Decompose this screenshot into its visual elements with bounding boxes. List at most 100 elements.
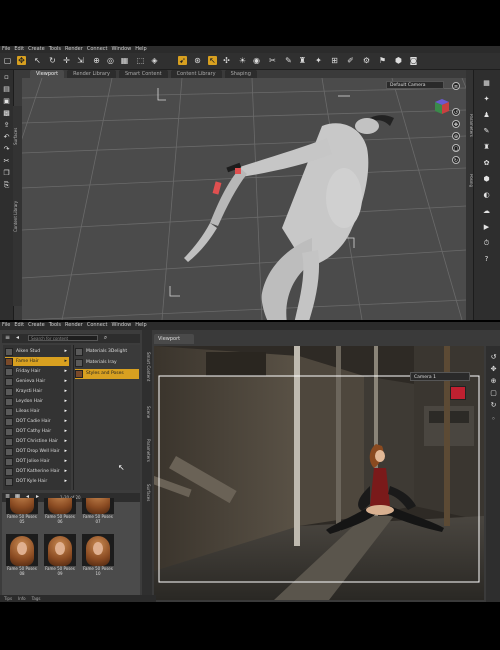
zoom-icon-2[interactable]: ⊕ bbox=[490, 378, 497, 385]
menu-help[interactable]: Help bbox=[135, 46, 146, 53]
list-item-selected[interactable]: Styles and Poses bbox=[75, 369, 139, 379]
joint-editor-icon[interactable]: ⊕ bbox=[92, 56, 101, 65]
timeline-icon[interactable]: ⏱ bbox=[483, 240, 490, 247]
camera-dropdown-2[interactable]: Camera 1 bbox=[410, 372, 470, 381]
tab-surfaces-side[interactable]: Surfaces bbox=[143, 476, 151, 510]
figure-icon[interactable]: ♜ bbox=[298, 56, 307, 65]
iray-icon[interactable]: ⬢ bbox=[394, 56, 403, 65]
pan-icon[interactable]: ✥ bbox=[452, 120, 460, 128]
menu-window[interactable]: Window bbox=[112, 46, 132, 53]
redo-icon[interactable]: ↷ bbox=[3, 146, 10, 153]
menu-tools-2[interactable]: Tools bbox=[49, 322, 61, 330]
menu-connect-2[interactable]: Connect bbox=[87, 322, 108, 330]
surface-selection-icon[interactable]: ◎ bbox=[106, 56, 115, 65]
pose-icon[interactable]: ♟ bbox=[483, 112, 490, 119]
list-item[interactable]: DOT Cathy Hair ▸ bbox=[5, 427, 69, 436]
new-icon[interactable]: ▫ bbox=[3, 74, 10, 81]
viewport-menu-icon[interactable]: ≡ bbox=[452, 82, 460, 90]
hair-icon[interactable]: ✿ bbox=[483, 160, 490, 167]
view-cube-2[interactable] bbox=[450, 386, 466, 400]
save-as-icon[interactable]: ▩ bbox=[3, 110, 10, 117]
help-icon[interactable]: ? bbox=[483, 256, 490, 263]
morph-icon[interactable]: ✦ bbox=[314, 56, 323, 65]
node-select-icon[interactable]: ↖ bbox=[33, 56, 42, 65]
orbit-icon-2[interactable]: ↺ bbox=[490, 354, 497, 361]
reset-view-icon-2[interactable]: ↻ bbox=[490, 402, 497, 409]
import-icon[interactable]: ⇪ bbox=[3, 122, 10, 129]
list-item[interactable]: DOT Drop Well Hair ▸ bbox=[5, 447, 69, 456]
menu-render-2[interactable]: Render bbox=[65, 322, 83, 330]
paste-icon[interactable]: ⎘ bbox=[3, 182, 10, 189]
tab-tags[interactable]: Tags bbox=[32, 595, 41, 602]
morph-brush-icon[interactable]: ✎ bbox=[483, 128, 490, 135]
save-icon[interactable]: ▣ bbox=[3, 98, 10, 105]
render-icon[interactable]: ◙ bbox=[409, 56, 418, 65]
aux-icon[interactable]: ◦ bbox=[490, 416, 497, 423]
list-item[interactable]: Kraysti Hair ▸ bbox=[5, 387, 69, 396]
bone-icon[interactable]: ✂ bbox=[268, 56, 277, 65]
back-icon[interactable]: ◂ bbox=[14, 334, 21, 341]
list-item-selected[interactable]: Fame Hair ▸ bbox=[5, 357, 69, 366]
frame-icon-2[interactable]: ▢ bbox=[490, 390, 497, 397]
list-item[interactable]: Friday Hair ▸ bbox=[5, 367, 69, 376]
translate-icon[interactable]: ✛ bbox=[62, 56, 71, 65]
menu-create-2[interactable]: Create bbox=[28, 322, 45, 330]
tab-viewport[interactable]: Viewport bbox=[30, 70, 65, 78]
3d-viewport[interactable]: Default Camera ≡ ↺ ✥ ⊕ ▢ ↻ bbox=[22, 78, 466, 320]
menu-lines-icon[interactable]: ≡ bbox=[4, 334, 11, 341]
animation-icon[interactable]: ▶ bbox=[483, 224, 490, 231]
new-file-icon[interactable]: ▢ bbox=[3, 56, 12, 65]
list-item[interactable]: Leydon Hair ▸ bbox=[5, 397, 69, 406]
universal-tool-icon[interactable]: ✥ bbox=[17, 56, 26, 65]
open-icon[interactable]: ▤ bbox=[3, 86, 10, 93]
camera-tool-icon[interactable]: ◉ bbox=[252, 56, 261, 65]
move-icon[interactable]: ✣ bbox=[222, 56, 231, 65]
tab-shaping[interactable]: Shaping bbox=[224, 70, 257, 78]
zoom-icon[interactable]: ⊕ bbox=[452, 132, 460, 140]
tab-tips[interactable]: Tips bbox=[4, 595, 12, 602]
undo-icon[interactable]: ↶ bbox=[3, 134, 10, 141]
brush-icon[interactable]: ✐ bbox=[346, 56, 355, 65]
tab-viewport-bottom[interactable]: Viewport bbox=[154, 334, 194, 344]
menu-tools[interactable]: Tools bbox=[49, 46, 61, 53]
list-item[interactable]: Lileas Hair ▸ bbox=[5, 407, 69, 416]
tab-smart-content-side[interactable]: Smart Content bbox=[143, 342, 151, 392]
rotate-icon[interactable]: ↻ bbox=[48, 56, 57, 65]
spot-render-icon[interactable]: ◈ bbox=[150, 56, 159, 65]
list-item[interactable]: DOT Katherine Hair ▸ bbox=[5, 467, 69, 476]
menu-window-2[interactable]: Window bbox=[112, 322, 132, 330]
pose-tool-icon[interactable]: ⊛ bbox=[193, 56, 202, 65]
wardrobe-icon[interactable]: ♜ bbox=[483, 144, 490, 151]
render-settings-icon[interactable]: ⚑ bbox=[378, 56, 387, 65]
list-item[interactable]: DOT Christine Hair ▸ bbox=[5, 437, 69, 446]
tab-smart-content[interactable]: Smart Content bbox=[119, 70, 168, 78]
asset-tile[interactable]: Fame 50 Poses 08 bbox=[4, 534, 40, 576]
menu-help-2[interactable]: Help bbox=[135, 322, 146, 330]
active-pose-icon[interactable]: ➹ bbox=[178, 56, 187, 65]
cut-icon[interactable]: ✂ bbox=[3, 158, 10, 165]
menu-edit[interactable]: Edit bbox=[14, 46, 24, 53]
asset-tile[interactable]: Fame 50 Poses 10 bbox=[80, 534, 116, 576]
scene-icon[interactable]: ▦ bbox=[483, 80, 490, 87]
tab-surfaces[interactable]: Surfaces bbox=[13, 106, 22, 166]
list-item[interactable]: DOT Kyle Hair ▸ bbox=[5, 477, 69, 486]
menu-render[interactable]: Render bbox=[65, 46, 83, 53]
region-navigator-icon[interactable]: ⬚ bbox=[136, 56, 145, 65]
search-icon[interactable]: ⌕ bbox=[102, 334, 109, 341]
tab-info[interactable]: Info bbox=[18, 595, 26, 602]
menu-file[interactable]: File bbox=[2, 46, 10, 53]
menu-create[interactable]: Create bbox=[28, 46, 45, 53]
list-item[interactable]: Genieva Hair ▸ bbox=[5, 377, 69, 386]
list-item[interactable]: DOT Jolise Hair ▸ bbox=[5, 457, 69, 466]
reset-view-icon[interactable]: ↻ bbox=[452, 156, 460, 164]
pointer-icon[interactable]: ↖ bbox=[208, 56, 217, 65]
copy-icon[interactable]: ❐ bbox=[3, 170, 10, 177]
menu-file-2[interactable]: File bbox=[2, 322, 10, 330]
tab-content-library-top[interactable]: Content Library bbox=[170, 70, 222, 78]
light-icon[interactable]: ☀ bbox=[238, 56, 247, 65]
view-cube[interactable] bbox=[432, 96, 452, 116]
wand-icon[interactable]: ✎ bbox=[284, 56, 293, 65]
tab-render-library[interactable]: Render Library bbox=[67, 70, 116, 78]
props-icon[interactable]: ⬢ bbox=[483, 176, 490, 183]
lights-icon[interactable]: ✦ bbox=[483, 96, 490, 103]
